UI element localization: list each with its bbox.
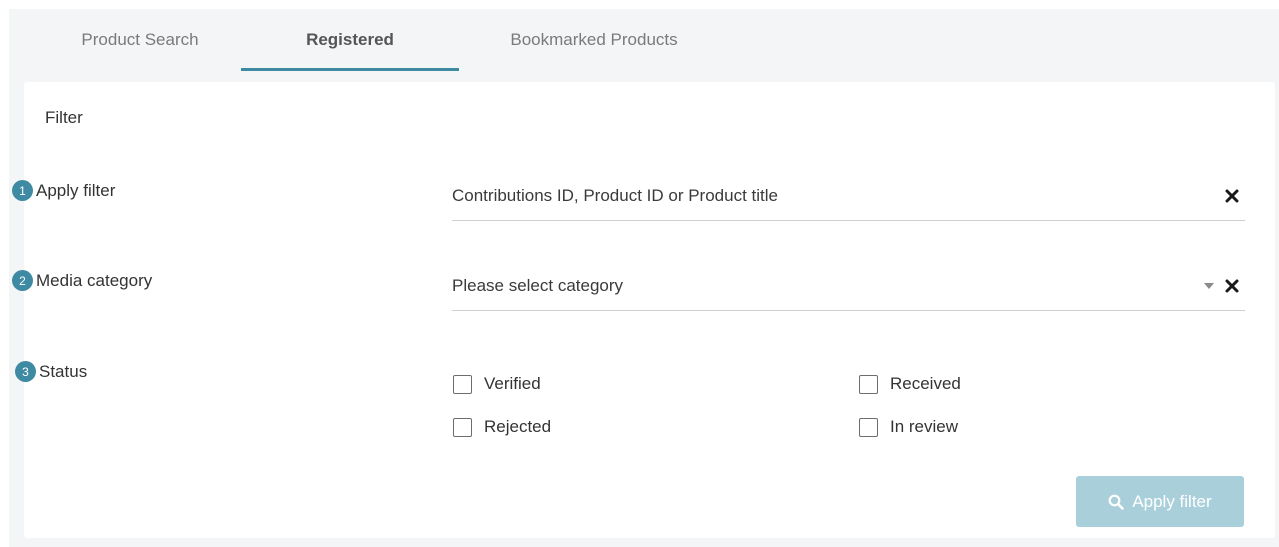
search-icon [1108, 494, 1125, 510]
tab-label: Bookmarked Products [510, 30, 678, 49]
close-icon[interactable] [1225, 189, 1239, 203]
filter-title: Filter [45, 108, 83, 127]
status-rejected-checkbox[interactable]: Rejected [453, 417, 551, 437]
tab-label: Registered [306, 30, 394, 49]
status-label: 3 Status [15, 361, 87, 382]
category-select-placeholder: Please select category [452, 275, 624, 295]
step-badge: 3 [15, 361, 36, 382]
checkbox-box[interactable] [859, 417, 878, 437]
apply-filter-button[interactable]: Apply filter [1076, 476, 1244, 527]
status-verified-checkbox[interactable]: Verified [453, 374, 541, 394]
search-input[interactable]: Contributions ID, Product ID or Product … [452, 171, 1245, 221]
checkbox-box[interactable] [453, 417, 472, 437]
search-input-placeholder: Contributions ID, Product ID or Product … [452, 185, 778, 205]
close-icon[interactable] [1225, 279, 1239, 293]
row-label-text: Apply filter [36, 180, 116, 200]
filter-card: Filter 1 Apply filter Contributions ID, … [12, 82, 1275, 538]
checkbox-box[interactable] [859, 374, 878, 394]
row-label-text: Status [39, 361, 88, 381]
status-in-review-checkbox[interactable]: In review [859, 417, 958, 437]
checkbox-label: Received [890, 374, 961, 393]
step-badge: 1 [12, 180, 33, 201]
tab-bar: Product Search Registered Bookmarked Pro… [9, 9, 1279, 71]
media-category-label: 2 Media category [12, 270, 152, 291]
tab-bookmarked-products[interactable]: Bookmarked Products [469, 9, 719, 71]
step-badge: 2 [12, 270, 33, 291]
tab-product-search[interactable]: Product Search [40, 9, 240, 71]
checkbox-label: Verified [484, 374, 541, 393]
tab-label: Product Search [81, 30, 199, 49]
row-label-text: Media category [36, 270, 153, 290]
tab-registered[interactable]: Registered [241, 9, 459, 71]
category-select[interactable]: Please select category [452, 261, 1245, 311]
status-received-checkbox[interactable]: Received [859, 374, 961, 394]
apply-filter-label: Apply filter [1132, 491, 1212, 511]
apply-filter-label: 1 Apply filter [12, 180, 115, 201]
caret-down-icon[interactable] [1203, 282, 1215, 290]
checkbox-box[interactable] [453, 374, 472, 394]
page-frame: Product Search Registered Bookmarked Pro… [9, 9, 1279, 547]
checkbox-label: Rejected [484, 417, 552, 436]
checkbox-label: In review [890, 417, 959, 436]
